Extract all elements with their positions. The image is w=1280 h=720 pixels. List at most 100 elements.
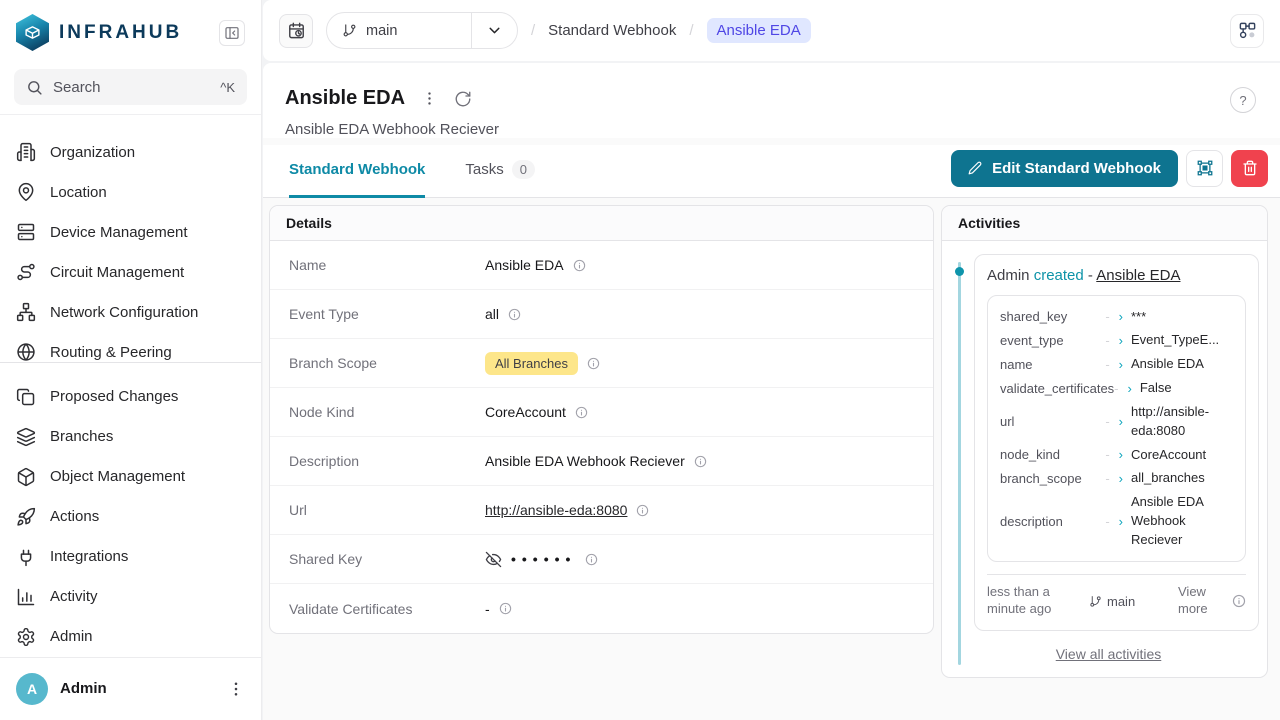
sidebar-item-label: Admin bbox=[50, 628, 93, 645]
sidebar-item-network-configuration[interactable]: Network Configuration bbox=[0, 292, 261, 332]
time-travel-button[interactable] bbox=[279, 14, 313, 48]
sidebar-item-label: Routing & Peering bbox=[50, 344, 172, 361]
detail-row-url: Url http://ansible-eda:8080 bbox=[270, 486, 933, 535]
tabs-row: Standard Webhook Tasks 0 Edit Standard W… bbox=[263, 145, 1280, 198]
change-key: description bbox=[1000, 514, 1105, 529]
branch-dropdown-toggle[interactable] bbox=[472, 22, 517, 39]
info-icon[interactable] bbox=[508, 308, 521, 321]
detail-label: Node Kind bbox=[289, 404, 485, 420]
activity-target-link[interactable]: Ansible EDA bbox=[1096, 267, 1180, 284]
edit-button-label: Edit Standard Webhook bbox=[992, 160, 1161, 177]
sidebar-item-integrations[interactable]: Integrations bbox=[0, 537, 261, 577]
breadcrumb-parent[interactable]: Standard Webhook bbox=[548, 22, 676, 39]
sidebar-item-label: Branches bbox=[50, 428, 113, 445]
refresh-button[interactable] bbox=[454, 90, 472, 108]
page-title: Ansible EDA bbox=[285, 87, 405, 110]
sidebar-item-activity[interactable]: Activity bbox=[0, 577, 261, 617]
eye-off-icon[interactable] bbox=[485, 551, 502, 568]
rocket-icon bbox=[16, 507, 36, 527]
sidebar-item-routing-peering[interactable]: Routing & Peering bbox=[0, 332, 261, 363]
change-new-value: all_branches bbox=[1131, 469, 1233, 488]
change-old-value: - bbox=[1105, 471, 1109, 486]
info-icon[interactable] bbox=[573, 259, 586, 272]
change-new-value: False bbox=[1140, 379, 1233, 398]
change-row: shared_key - › *** bbox=[1000, 305, 1233, 329]
change-row: node_kind - › CoreAccount bbox=[1000, 443, 1233, 467]
sidebar-item-admin[interactable]: Admin bbox=[0, 617, 261, 657]
info-icon[interactable] bbox=[636, 504, 649, 517]
info-icon[interactable] bbox=[694, 455, 707, 468]
gear-icon bbox=[16, 627, 36, 647]
infrahub-logo-icon bbox=[16, 14, 49, 51]
chevron-right-icon: › bbox=[1119, 414, 1123, 429]
tab-label: Standard Webhook bbox=[289, 161, 425, 178]
info-icon[interactable] bbox=[499, 602, 512, 615]
tab-count-badge: 0 bbox=[512, 160, 535, 179]
edit-webhook-button[interactable]: Edit Standard Webhook bbox=[951, 150, 1178, 187]
bar-chart-icon bbox=[16, 587, 36, 607]
breadcrumb-separator: / bbox=[531, 22, 535, 39]
activities-panel-title: Activities bbox=[942, 206, 1267, 241]
view-more-link[interactable]: View more bbox=[1178, 584, 1222, 618]
tab-standard-webhook[interactable]: Standard Webhook bbox=[289, 145, 425, 198]
search-input[interactable]: Search ^K bbox=[14, 69, 247, 105]
map-pin-icon bbox=[16, 182, 36, 202]
webhook-url-link[interactable]: http://ansible-eda:8080 bbox=[485, 502, 627, 518]
network-icon bbox=[16, 302, 36, 322]
branch-selector[interactable]: main bbox=[326, 12, 518, 49]
timeline-line bbox=[958, 262, 961, 665]
change-new-value: Ansible EDA bbox=[1131, 355, 1233, 374]
activities-panel: Activities Admin created - Ansible EDA bbox=[941, 205, 1268, 678]
detail-row-branch-scope: Branch Scope All Branches bbox=[270, 339, 933, 388]
info-icon[interactable] bbox=[1232, 594, 1246, 608]
user-menu-button[interactable] bbox=[227, 680, 245, 698]
activity-timeline: Admin created - Ansible EDA shared_key -… bbox=[958, 254, 1259, 631]
sidebar-item-device-management[interactable]: Device Management bbox=[0, 212, 261, 252]
sidebar-collapse-button[interactable] bbox=[219, 20, 245, 46]
body-area: Details Name Ansible EDA Event Type all bbox=[263, 198, 1280, 720]
change-old-value: - bbox=[1105, 414, 1109, 429]
kebab-icon bbox=[421, 90, 438, 107]
sidebar-nav-secondary: Proposed Changes Branches Object Managem… bbox=[0, 363, 261, 657]
chevron-right-icon: › bbox=[1128, 381, 1132, 396]
info-icon[interactable] bbox=[585, 553, 598, 566]
breadcrumb-current[interactable]: Ansible EDA bbox=[707, 18, 811, 43]
sidebar: INFRAHUB Search ^K Organization Location… bbox=[0, 0, 261, 720]
details-panel-title: Details bbox=[270, 206, 933, 241]
content-card: Ansible EDA Ansible EDA Webhook Reciever… bbox=[263, 63, 1280, 720]
help-button[interactable]: ? bbox=[1230, 87, 1256, 113]
detail-value: CoreAccount bbox=[485, 404, 566, 420]
search-shortcut: ^K bbox=[220, 80, 235, 95]
chevron-right-icon: › bbox=[1119, 357, 1123, 372]
sidebar-item-organization[interactable]: Organization bbox=[0, 132, 261, 172]
detail-value: all bbox=[485, 306, 499, 322]
view-all-activities-link[interactable]: View all activities bbox=[958, 646, 1259, 662]
title-menu-button[interactable] bbox=[421, 90, 438, 107]
detail-row-node-kind: Node Kind CoreAccount bbox=[270, 388, 933, 437]
chevron-right-icon: › bbox=[1119, 471, 1123, 486]
activity-title: Admin created - Ansible EDA bbox=[987, 267, 1246, 284]
clone-object-button[interactable] bbox=[1186, 150, 1223, 187]
diff-copy-icon bbox=[16, 387, 36, 407]
tab-tasks[interactable]: Tasks 0 bbox=[465, 145, 535, 198]
sidebar-item-label: Object Management bbox=[50, 468, 185, 485]
delete-button[interactable] bbox=[1231, 150, 1268, 187]
branch-scope-badge: All Branches bbox=[485, 352, 578, 375]
sidebar-item-proposed-changes[interactable]: Proposed Changes bbox=[0, 377, 261, 417]
topbar: main / Standard Webhook / Ansible EDA bbox=[263, 0, 1280, 61]
kebab-icon bbox=[227, 680, 245, 698]
chevron-right-icon: › bbox=[1119, 447, 1123, 462]
change-old-value: - bbox=[1105, 357, 1109, 372]
breadcrumb-separator: / bbox=[689, 22, 693, 39]
change-key: validate_certificates bbox=[1000, 381, 1114, 396]
schema-visualizer-button[interactable] bbox=[1230, 14, 1264, 48]
tab-label: Tasks bbox=[465, 161, 503, 178]
sidebar-item-actions[interactable]: Actions bbox=[0, 497, 261, 537]
sidebar-item-branches[interactable]: Branches bbox=[0, 417, 261, 457]
search-wrap: Search ^K bbox=[0, 63, 261, 115]
info-icon[interactable] bbox=[587, 357, 600, 370]
info-icon[interactable] bbox=[575, 406, 588, 419]
sidebar-item-object-management[interactable]: Object Management bbox=[0, 457, 261, 497]
sidebar-item-location[interactable]: Location bbox=[0, 172, 261, 212]
sidebar-item-circuit-management[interactable]: Circuit Management bbox=[0, 252, 261, 292]
